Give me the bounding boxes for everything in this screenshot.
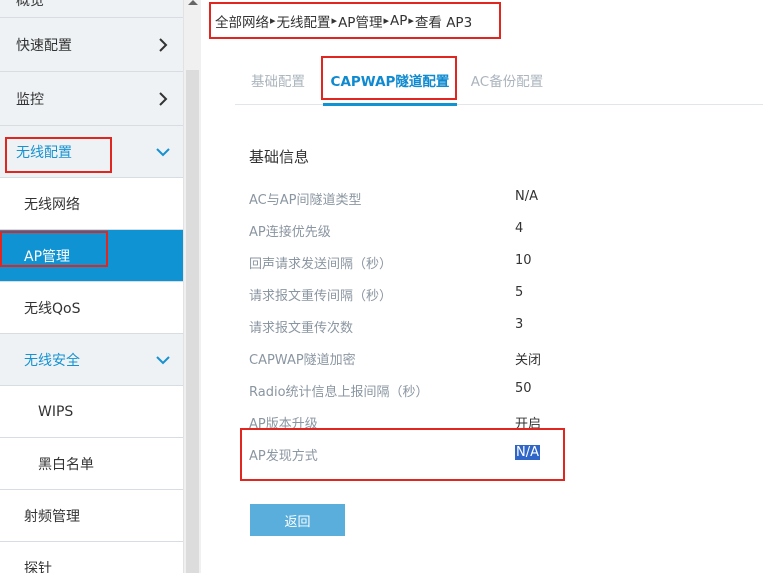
scroll-up-arrow-icon[interactable] [188,0,198,5]
row-label: 请求报文重传间隔（秒） [249,289,393,304]
sidebar-item-wireless-network[interactable]: 无线网络 [0,178,183,230]
main-content: 全部网络 ▸ 无线配置 ▸ AP管理 ▸ AP ▸ 查看 AP3 基础配置 CA… [201,0,763,573]
breadcrumb-item[interactable]: 全部网络 [215,11,269,31]
highlight-box [240,428,565,481]
row-label: CAPWAP隧道加密 [249,353,356,368]
sidebar-item-label: WIPS [38,403,74,420]
sidebar-item-quick-config[interactable]: 快速配置 [0,18,183,72]
sidebar-item-monitor[interactable]: 监控 [0,72,183,126]
sidebar-item-label: 无线安全 [24,352,80,369]
highlight-box [5,137,112,173]
sidebar-item-label: 快速配置 [16,37,72,54]
sidebar-item-wips[interactable]: WIPS [0,386,183,438]
tab-label: AC备份配置 [470,74,544,90]
row-value: 3 [515,317,524,332]
sidebar-item-overview[interactable]: 概览 [0,0,183,18]
tab-active-indicator [323,103,457,106]
chevron-down-icon [155,144,171,160]
scrollbar-thumb[interactable] [186,70,199,573]
sidebar-item-label: 监控 [16,91,44,108]
row-label: 回声请求发送间隔（秒） [249,257,393,272]
breadcrumb: 全部网络 ▸ 无线配置 ▸ AP管理 ▸ AP ▸ 查看 AP3 [209,2,501,39]
row-value: 50 [515,381,532,396]
sidebar-item-blacklist-whitelist[interactable]: 黑白名单 [0,438,183,490]
chevron-down-icon [155,352,171,368]
sidebar-item-label: 黑白名单 [38,456,94,473]
sidebar-item-label: 无线网络 [24,196,80,213]
info-row: CAPWAP隧道加密 关闭 [249,349,749,381]
breadcrumb-item[interactable]: AP [390,13,407,29]
sidebar: 概览 快速配置 监控 无线配置 无线网络 AP管理 无线QoS 无线安全 WIP… [0,0,183,573]
row-label: Radio统计信息上报间隔（秒） [249,385,429,400]
chevron-right-icon [155,37,171,53]
section-title: 基础信息 [249,148,310,166]
info-row: 请求报文重传次数 3 [249,317,749,349]
sidebar-item-probe[interactable]: 探针 [0,542,183,573]
breadcrumb-current: 查看 AP3 [414,14,473,31]
chevron-right-icon [155,91,171,107]
tab-label: 基础配置 [251,74,305,90]
back-button[interactable]: 返回 [250,504,345,536]
row-value: 4 [515,221,524,236]
sidebar-item-label: 无线QoS [24,300,81,317]
info-row: 回声请求发送间隔（秒） 10 [249,253,749,285]
info-row: AC与AP间隧道类型 N/A [249,189,749,221]
breadcrumb-separator-icon: ▸ [408,14,414,27]
sidebar-item-label: 概览 [16,0,44,9]
tab-basic-config[interactable]: 基础配置 [235,56,321,104]
row-label: AP连接优先级 [249,225,331,240]
row-label: 请求报文重传次数 [249,321,354,336]
info-row: 请求报文重传间隔（秒） 5 [249,285,749,317]
sidebar-item-wireless-qos[interactable]: 无线QoS [0,282,183,334]
breadcrumb-separator-icon: ▸ [383,14,389,27]
row-label: AC与AP间隧道类型 [249,193,362,208]
breadcrumb-separator-icon: ▸ [331,14,338,27]
breadcrumb-item[interactable]: 无线配置 [277,11,331,31]
row-value: 5 [515,285,524,300]
row-value: 10 [515,253,532,268]
breadcrumb-item[interactable]: AP管理 [338,11,382,31]
tab-bar: 基础配置 CAPWAP隧道配置 AC备份配置 [235,56,763,106]
tab-ac-backup-config[interactable]: AC备份配置 [461,56,553,104]
row-value: N/A [515,189,538,204]
breadcrumb-separator-icon: ▸ [270,14,276,27]
highlight-box [0,231,108,267]
sidebar-item-radio-management[interactable]: 射频管理 [0,490,183,542]
sidebar-item-label: 探针 [24,560,52,573]
sidebar-item-wireless-security[interactable]: 无线安全 [0,334,183,386]
sidebar-scrollbar[interactable] [183,0,201,573]
row-value: 关闭 [515,353,542,368]
sidebar-item-label: 射频管理 [24,508,80,525]
info-row: Radio统计信息上报间隔（秒） 50 [249,381,749,413]
info-row: AP连接优先级 4 [249,221,749,253]
highlight-box [321,56,457,100]
